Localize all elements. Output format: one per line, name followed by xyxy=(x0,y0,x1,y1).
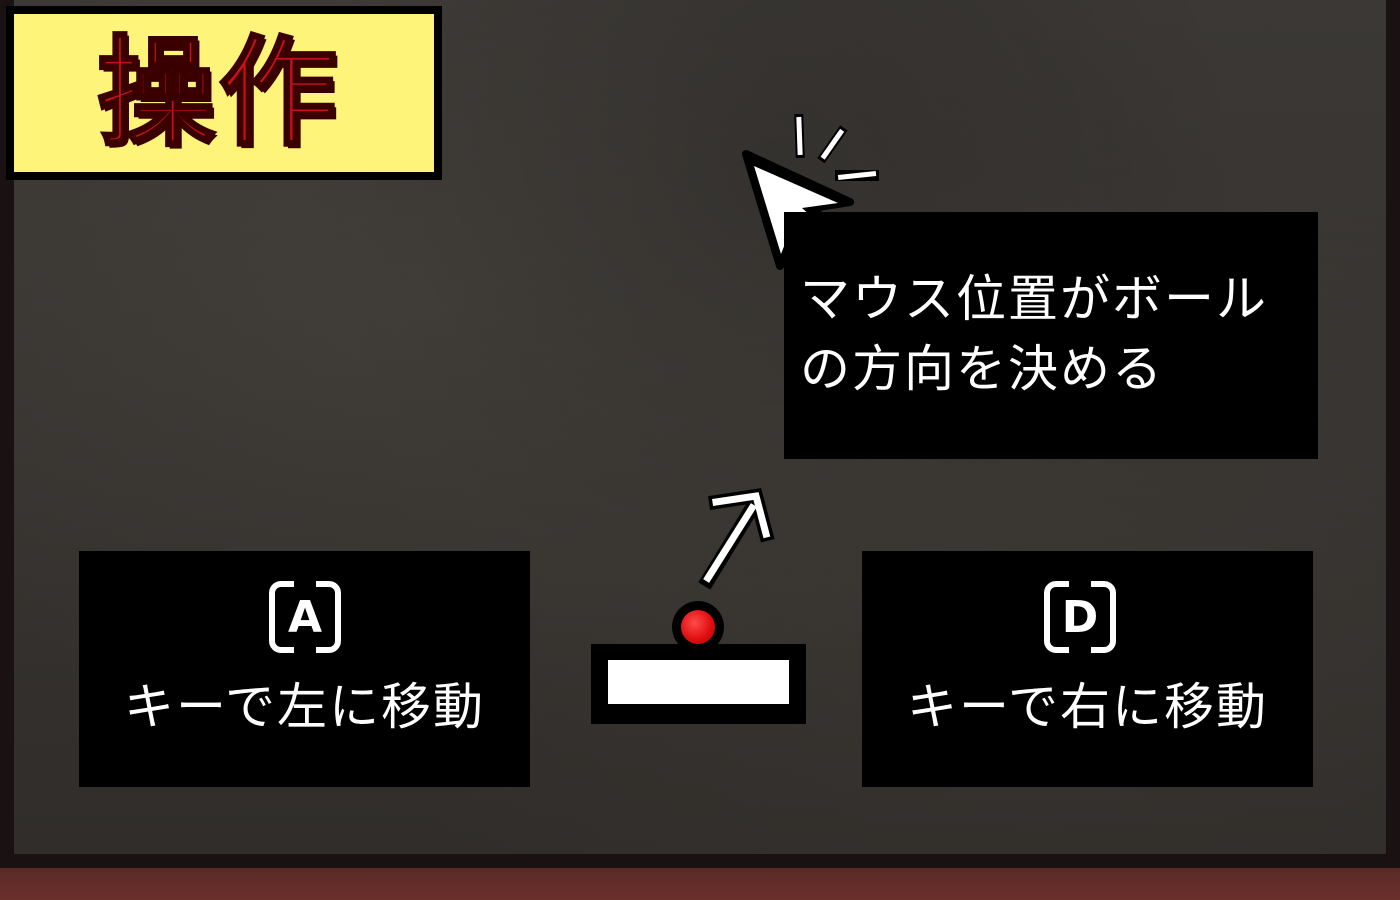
ball-fill xyxy=(681,610,715,644)
key-d-icon: D xyxy=(1044,581,1116,653)
move-left-panel: A キーで左に移動 xyxy=(79,551,530,787)
page-title: 操作 xyxy=(95,24,341,162)
game-screen: 操作 マウス位置がボールの方向を決める A キーで左に移動 D キーで右に移動 xyxy=(0,0,1400,900)
title-banner: 操作 xyxy=(6,6,442,180)
floor-strip xyxy=(0,868,1400,900)
mouse-hint-text: マウス位置がボールの方向を決める xyxy=(800,270,1268,398)
paddle-fill xyxy=(608,660,789,704)
mouse-hint-panel: マウス位置がボールの方向を決める xyxy=(784,212,1318,459)
move-left-text: キーで左に移動 xyxy=(124,678,485,736)
move-right-panel: D キーで右に移動 xyxy=(862,551,1313,787)
move-right-text: キーで右に移動 xyxy=(907,678,1268,736)
paddle-icon xyxy=(591,644,806,724)
key-a-icon: A xyxy=(269,581,341,653)
direction-arrow-icon xyxy=(698,488,775,590)
